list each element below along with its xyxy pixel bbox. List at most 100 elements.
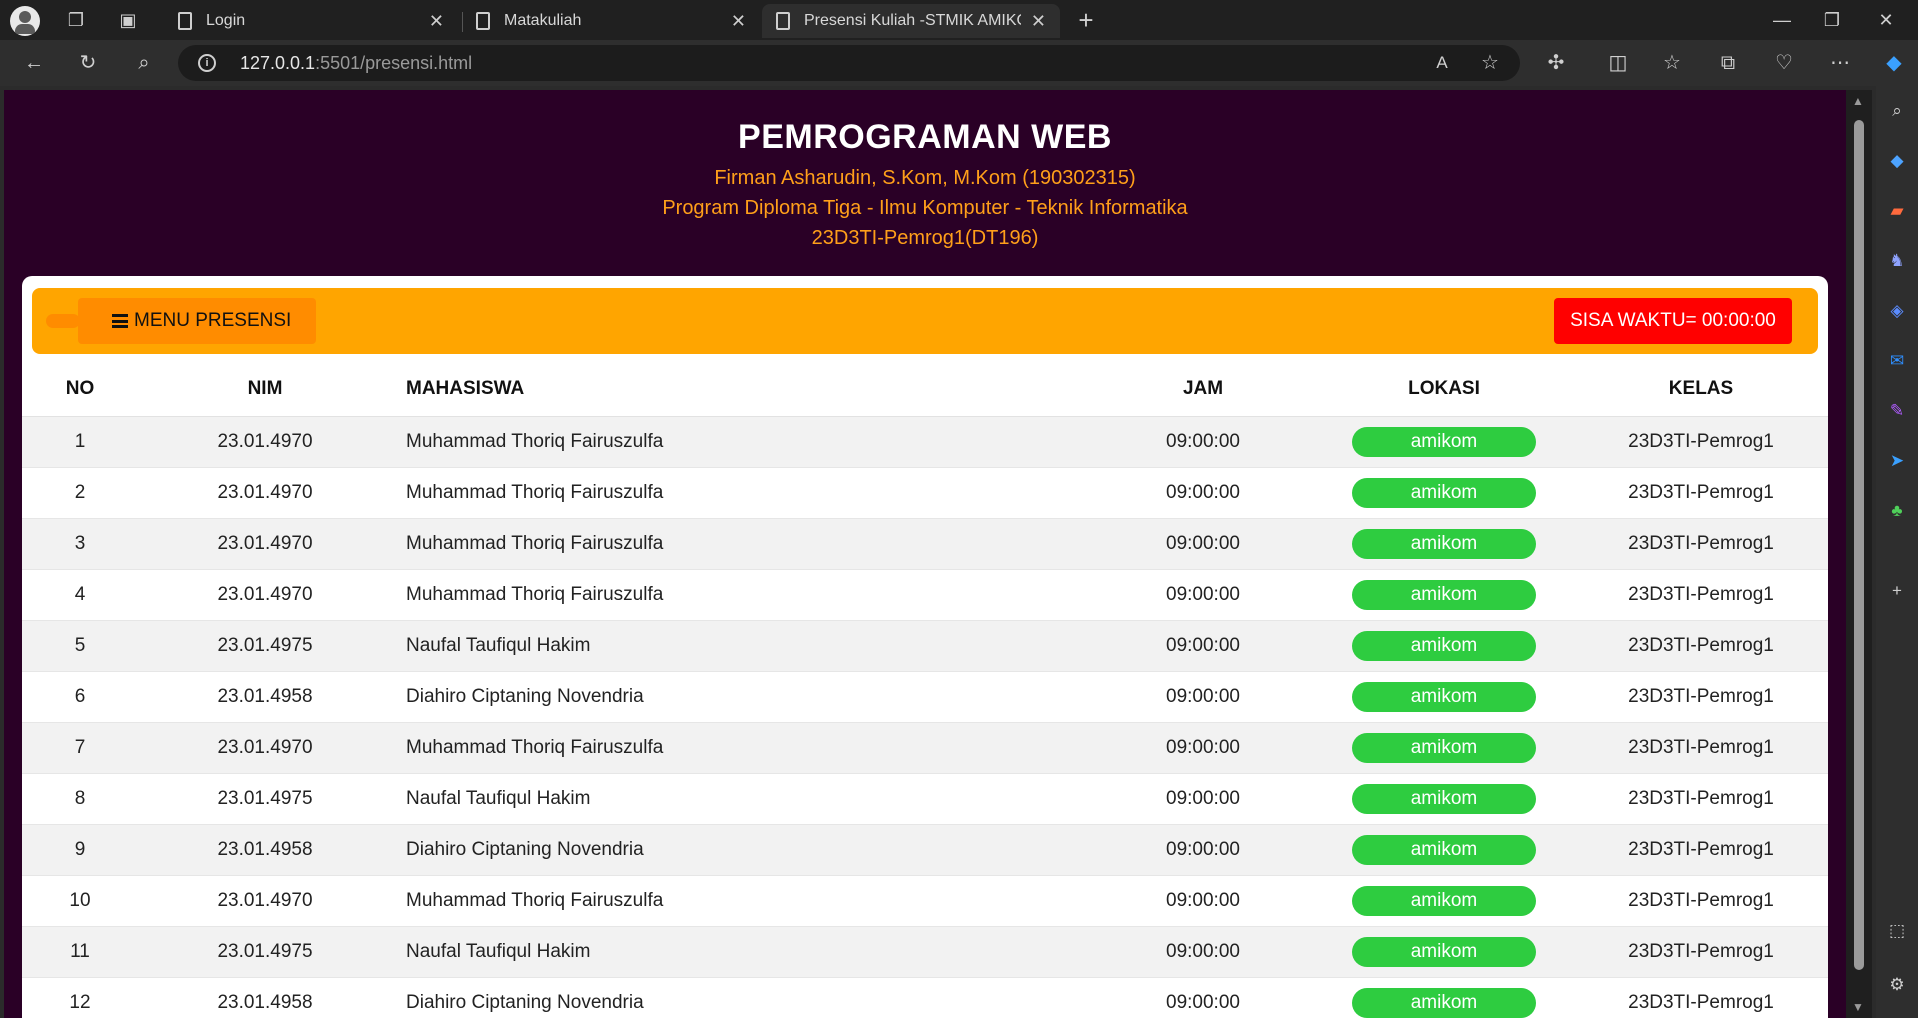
designer-icon[interactable]: ✎ xyxy=(1884,398,1910,424)
profile-avatar-icon[interactable] xyxy=(10,6,40,36)
row-student-name: Diahiro Ciptaning Novendria xyxy=(392,824,1092,876)
add-icon[interactable]: + xyxy=(1884,578,1910,604)
location-badge: amikom xyxy=(1352,834,1536,865)
table-header-row: NO NIM MAHASISWA JAM LOKASI KELAS xyxy=(22,362,1828,417)
tab-presensi[interactable]: Presensi Kuliah -STMIK AMIKOM ✕ xyxy=(762,4,1060,38)
row-location-cell: amikom xyxy=(1314,824,1574,876)
row-class: 23D3TI-Pemrog1 xyxy=(1574,671,1828,723)
favorite-star-icon[interactable]: ☆ xyxy=(1470,40,1510,86)
table-row: 2 23.01.4970 Muhammad Thoriq Fairuszulfa 09… xyxy=(22,467,1828,519)
workspaces-icon[interactable]: ❐ xyxy=(58,0,94,40)
page-icon xyxy=(476,12,490,30)
row-time: 09:00:00 xyxy=(1092,467,1314,519)
tab-label: Presensi Kuliah -STMIK AMIKOM xyxy=(804,12,1021,29)
games-icon[interactable]: ♞ xyxy=(1884,248,1910,274)
tab-actions-icon[interactable]: ▣ xyxy=(110,0,146,40)
column-header-no: NO xyxy=(22,362,138,417)
table-row: 12 23.01.4958 Diahiro Ciptaning Novendria 0… xyxy=(22,977,1828,1018)
scroll-down-icon[interactable]: ▼ xyxy=(1852,1000,1864,1014)
copilot-icon[interactable]: ◆ xyxy=(1874,40,1914,86)
presensi-table: NO NIM MAHASISWA JAM LOKASI KELAS 1 23.01… xyxy=(22,362,1828,1018)
table-row: 6 23.01.4958 Diahiro Ciptaning Novendria 09… xyxy=(22,671,1828,723)
row-nim: 23.01.4970 xyxy=(138,467,392,519)
row-number: 6 xyxy=(22,671,138,723)
tab-matakuliah[interactable]: Matakuliah ✕ xyxy=(462,4,760,38)
close-tab-icon[interactable]: ✕ xyxy=(1031,11,1046,32)
collections-icon[interactable]: ⧉ xyxy=(1708,40,1748,86)
page-header: PEMROGRAMAN WEB Firman Asharudin, S.Kom,… xyxy=(4,90,1846,278)
tree-icon[interactable]: ♣ xyxy=(1884,498,1910,524)
tab-label: Login xyxy=(206,12,246,29)
window-close-icon[interactable]: ✕ xyxy=(1868,0,1904,40)
send-icon[interactable]: ➤ xyxy=(1884,448,1910,474)
row-time: 09:00:00 xyxy=(1092,926,1314,978)
row-time: 09:00:00 xyxy=(1092,977,1314,1018)
sidebar-toggle[interactable] xyxy=(46,314,80,328)
row-class: 23D3TI-Pemrog1 xyxy=(1574,722,1828,774)
copilot-icon[interactable]: ◈ xyxy=(1884,298,1910,324)
site-info-icon[interactable]: i xyxy=(198,54,216,72)
lecturer-name: Firman Asharudin, S.Kom, M.Kom (19030231… xyxy=(714,167,1136,189)
address-bar[interactable]: i 127.0.0.1:5501/presensi.html A ☆ xyxy=(178,45,1520,81)
scrollbar-thumb[interactable] xyxy=(1854,120,1864,970)
toolbox-icon[interactable]: ▰ xyxy=(1884,198,1910,224)
more-icon[interactable]: ⋯ xyxy=(1820,40,1860,86)
table-row: 7 23.01.4970 Muhammad Thoriq Fairuszulfa 09… xyxy=(22,722,1828,774)
outlook-icon[interactable]: ✉ xyxy=(1884,348,1910,374)
screenshot-icon[interactable]: ⬚ xyxy=(1884,918,1910,944)
location-badge: amikom xyxy=(1352,987,1536,1018)
tab-login[interactable]: Login ✕ xyxy=(164,4,458,38)
browser-essentials-icon[interactable]: ♡ xyxy=(1764,40,1804,86)
location-badge: amikom xyxy=(1352,681,1536,712)
row-class: 23D3TI-Pemrog1 xyxy=(1574,824,1828,876)
page-title: PEMROGRAMAN WEB xyxy=(738,118,1112,156)
column-header-jam: JAM xyxy=(1092,362,1314,417)
row-student-name: Muhammad Thoriq Fairuszulfa xyxy=(392,467,1092,519)
table-row: 11 23.01.4975 Naufal Taufiqul Hakim 09:00:0… xyxy=(22,926,1828,978)
location-badge: amikom xyxy=(1352,936,1536,967)
back-icon[interactable]: ← xyxy=(14,40,54,86)
row-number: 3 xyxy=(22,518,138,570)
close-tab-icon[interactable]: ✕ xyxy=(731,11,746,32)
browser-sidebar: ⌕ ◆ ▰ ♞ ◈ ✉ ✎ ➤ ♣ + ⬚ ⚙ xyxy=(1876,86,1918,1018)
close-tab-icon[interactable]: ✕ xyxy=(429,11,444,32)
search-icon[interactable]: ⌕ xyxy=(124,40,164,86)
row-number: 12 xyxy=(22,977,138,1018)
table-row: 4 23.01.4970 Muhammad Thoriq Fairuszulfa 09… xyxy=(22,569,1828,621)
location-badge: amikom xyxy=(1352,579,1536,610)
read-aloud-icon[interactable]: A xyxy=(1422,40,1462,86)
row-location-cell: amikom xyxy=(1314,722,1574,774)
column-header-mahasiswa: MAHASISWA xyxy=(392,362,1092,417)
column-header-nim: NIM xyxy=(138,362,392,417)
row-nim: 23.01.4970 xyxy=(138,518,392,570)
new-tab-button[interactable]: + xyxy=(1068,0,1104,40)
row-location-cell: amikom xyxy=(1314,773,1574,825)
row-time: 09:00:00 xyxy=(1092,824,1314,876)
row-class: 23D3TI-Pemrog1 xyxy=(1574,467,1828,519)
url-text[interactable]: 127.0.0.1:5501/presensi.html xyxy=(240,45,472,81)
remaining-time-badge: SISA WAKTU= 00:00:00 xyxy=(1554,298,1792,344)
row-time: 09:00:00 xyxy=(1092,773,1314,825)
location-badge: amikom xyxy=(1352,528,1536,559)
row-student-name: Muhammad Thoriq Fairuszulfa xyxy=(392,722,1092,774)
scroll-up-icon[interactable]: ▲ xyxy=(1852,94,1864,108)
extensions-icon[interactable]: ✣ xyxy=(1536,40,1576,86)
page-scrollbar[interactable]: ▲ ▼ xyxy=(1846,90,1872,1018)
row-nim: 23.01.4975 xyxy=(138,773,392,825)
minimize-icon[interactable]: — xyxy=(1764,0,1800,40)
menu-presensi-button[interactable]: MENU PRESENSI xyxy=(78,298,316,344)
settings-icon[interactable]: ⚙ xyxy=(1884,972,1910,998)
restore-icon[interactable]: ❐ xyxy=(1814,0,1850,40)
page-icon xyxy=(178,12,192,30)
split-screen-icon[interactable]: ◫ xyxy=(1598,40,1638,86)
row-number: 4 xyxy=(22,569,138,621)
row-location-cell: amikom xyxy=(1314,620,1574,672)
favorites-icon[interactable]: ☆ xyxy=(1652,40,1692,86)
tag-icon[interactable]: ◆ xyxy=(1884,148,1910,174)
refresh-icon[interactable]: ↻ xyxy=(68,40,108,86)
table-row: 3 23.01.4970 Muhammad Thoriq Fairuszulfa 09… xyxy=(22,518,1828,570)
row-time: 09:00:00 xyxy=(1092,416,1314,468)
row-time: 09:00:00 xyxy=(1092,671,1314,723)
row-number: 5 xyxy=(22,620,138,672)
search-icon[interactable]: ⌕ xyxy=(1884,98,1910,124)
